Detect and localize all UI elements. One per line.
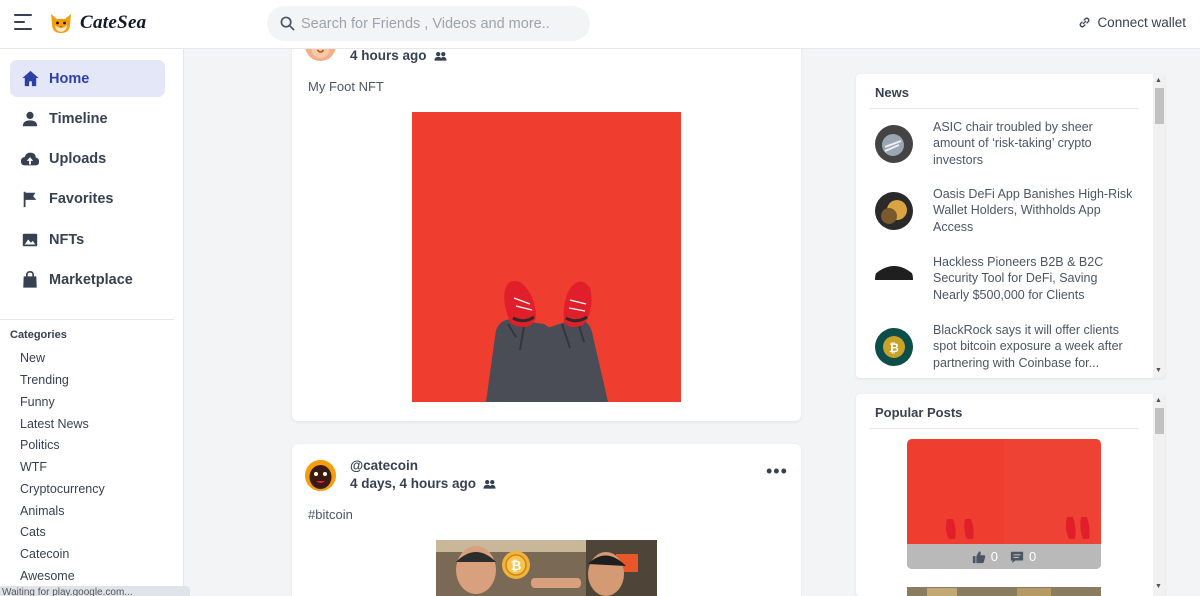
category-link-awesome[interactable]: Awesome — [20, 569, 75, 583]
news-item[interactable]: Oasis DeFi App Banishes High-Risk Wallet… — [875, 186, 1133, 244]
group-icon — [483, 479, 496, 489]
category-link-new[interactable]: New — [20, 351, 45, 365]
category-link-cryptocurrency[interactable]: Cryptocurrency — [20, 482, 105, 496]
sidebar-item-home[interactable]: Home — [10, 60, 165, 97]
post-caption: #bitcoin — [308, 507, 353, 522]
sidebar-item-label: Home — [49, 70, 90, 87]
post-image-red-feet[interactable] — [412, 112, 681, 402]
news-heading: News — [875, 85, 909, 100]
category-link-catecoin[interactable]: Catecoin — [20, 547, 69, 561]
popular-posts-scrollbar[interactable]: ▲ ▼ — [1153, 394, 1165, 596]
sidebar: Home Timeline Uploads Favorites NFTs Mar… — [0, 49, 184, 596]
app-logo[interactable]: CateSea — [48, 10, 147, 36]
hamburger-menu-icon[interactable] — [14, 14, 32, 32]
news-thumbnail — [875, 260, 913, 298]
category-link-trending[interactable]: Trending — [20, 373, 69, 387]
shopping-bag-icon — [20, 270, 40, 290]
news-item[interactable]: Hackless Pioneers B2B & B2C Security Too… — [875, 254, 1130, 312]
scroll-up-arrow-icon[interactable]: ▲ — [1155, 397, 1162, 405]
news-headline: Oasis DeFi App Banishes High-Risk Wallet… — [933, 187, 1133, 234]
post-image-bitcoin-handoff[interactable]: ₿ — [436, 540, 657, 596]
sidebar-item-uploads[interactable]: Uploads — [10, 140, 165, 177]
scroll-down-arrow-icon[interactable]: ▼ — [1155, 583, 1162, 591]
cloud-upload-icon — [20, 149, 40, 169]
image-icon — [20, 230, 40, 250]
feed-post: 4 hours ago My Foot NFT — [292, 10, 801, 421]
popular-post-stats: 0 0 — [907, 544, 1101, 569]
sidebar-item-marketplace[interactable]: Marketplace — [10, 261, 165, 298]
sidebar-item-label: Uploads — [49, 150, 107, 167]
scroll-down-arrow-icon[interactable]: ▼ — [1155, 367, 1162, 375]
news-widget: News ASIC chair troubled by sheer amount… — [856, 74, 1165, 378]
news-thumbnail: ₿ — [875, 328, 913, 366]
cat-logo-icon — [51, 14, 71, 33]
top-bar: CateSea Connect wallet — [0, 0, 1200, 49]
home-icon — [20, 69, 40, 89]
news-headline: ASIC chair troubled by sheer amount of ‘… — [933, 120, 1093, 167]
post-username[interactable]: @catecoin — [350, 458, 418, 473]
post-timestamp: 4 days, 4 hours ago — [350, 476, 496, 491]
scroll-up-arrow-icon[interactable]: ▲ — [1155, 77, 1162, 85]
like-count[interactable]: 0 — [972, 549, 998, 564]
search-input[interactable] — [301, 15, 571, 32]
news-scrollbar[interactable]: ▲ ▼ — [1153, 74, 1165, 378]
news-item[interactable]: ASIC chair troubled by sheer amount of ‘… — [875, 119, 1130, 177]
person-icon — [20, 109, 40, 129]
news-thumbnail — [875, 125, 913, 163]
browser-status-bar: Waiting for play.google.com... — [0, 586, 190, 596]
news-headline: BlackRock says it will offer clients spo… — [933, 323, 1123, 370]
post-caption: My Foot NFT — [308, 79, 384, 94]
popular-post-next-image[interactable] — [907, 587, 1101, 596]
flag-icon — [20, 189, 40, 209]
popular-posts-scrollbar-thumb[interactable] — [1155, 408, 1164, 434]
category-link-wtf[interactable]: WTF — [20, 460, 47, 474]
more-options-icon[interactable]: ••• — [766, 461, 788, 482]
like-count-text: 0 — [990, 549, 998, 564]
category-link-cats[interactable]: Cats — [20, 525, 46, 539]
news-scrollbar-thumb[interactable] — [1155, 88, 1164, 124]
category-link-latest-news[interactable]: Latest News — [20, 417, 89, 431]
sidebar-divider — [0, 319, 174, 320]
group-icon — [433, 51, 447, 61]
comment-count[interactable]: 0 — [1010, 549, 1036, 564]
categories-heading: Categories — [10, 329, 67, 341]
post-author-avatar[interactable] — [305, 460, 336, 491]
news-divider — [869, 108, 1139, 109]
thumbs-up-icon — [972, 550, 985, 563]
search-bar — [267, 6, 590, 41]
connect-wallet-label: Connect wallet — [1097, 15, 1186, 30]
post-time-text: 4 hours ago — [350, 48, 427, 63]
sidebar-item-nfts[interactable]: NFTs — [10, 221, 165, 258]
news-item[interactable]: ₿ BlackRock says it will offer clients s… — [875, 322, 1130, 378]
feed-post: @catecoin 4 days, 4 hours ago ••• #bitco… — [292, 444, 801, 596]
connect-wallet-button[interactable]: Connect wallet — [1078, 15, 1186, 30]
comment-icon — [1010, 551, 1024, 563]
popular-posts-heading: Popular Posts — [875, 405, 963, 420]
search-icon — [280, 16, 295, 31]
app-name: CateSea — [80, 12, 147, 33]
category-link-funny[interactable]: Funny — [20, 395, 55, 409]
sidebar-item-label: Marketplace — [49, 271, 133, 288]
sidebar-item-label: Favorites — [49, 190, 114, 207]
post-timestamp: 4 hours ago — [350, 48, 447, 63]
sidebar-item-label: NFTs — [49, 231, 85, 248]
comment-count-text: 0 — [1029, 549, 1037, 564]
popular-posts-widget: Popular Posts 0 0 ▲ ▼ — [856, 394, 1165, 596]
post-time-text: 4 days, 4 hours ago — [350, 476, 477, 491]
link-icon — [1080, 17, 1090, 28]
sidebar-item-label: Timeline — [49, 110, 108, 127]
popular-post-card[interactable]: 0 0 — [907, 439, 1101, 569]
sidebar-item-favorites[interactable]: Favorites — [10, 180, 165, 217]
category-link-politics[interactable]: Politics — [20, 438, 60, 452]
news-headline: Hackless Pioneers B2B & B2C Security Too… — [933, 255, 1104, 302]
sidebar-item-timeline[interactable]: Timeline — [10, 100, 165, 137]
svg-text:₿: ₿ — [889, 341, 899, 355]
news-thumbnail — [875, 192, 913, 230]
popular-posts-divider — [869, 428, 1139, 429]
category-link-animals[interactable]: Animals — [20, 504, 64, 518]
svg-text:₿: ₿ — [511, 559, 522, 574]
